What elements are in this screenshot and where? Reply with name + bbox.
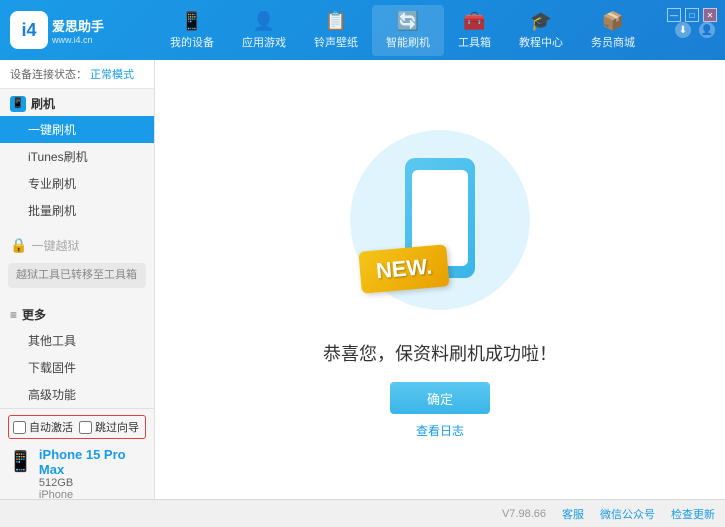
close-btn[interactable]: ✕	[703, 8, 717, 22]
logo-area: i4 爱思助手 www.i4.cn	[10, 11, 130, 49]
flash-section-title: 📱 刷机	[0, 89, 154, 116]
device-phone-icon: 📱	[8, 449, 33, 474]
flash-section-icon: 📱	[10, 96, 26, 112]
maximize-btn[interactable]: □	[685, 8, 699, 22]
header-right: ⬇ 👤	[675, 22, 715, 38]
tutorial-icon: 🎓	[530, 11, 552, 32]
footer-link-wechat[interactable]: 微信公众号	[600, 506, 655, 522]
tools-icon: 🧰	[463, 11, 485, 32]
footer-link-service[interactable]: 客服	[562, 506, 584, 522]
main-layout: 设备连接状态： 正常模式 📱 刷机 一键刷机 iTunes刷机 专业刷机 批量刷…	[0, 60, 725, 499]
nav-tab-my-device[interactable]: 📱 我的设备	[156, 5, 228, 56]
sparkle-2: ✦	[503, 140, 515, 157]
sidebar-item-batch-flash[interactable]: 批量刷机	[0, 197, 154, 224]
sidebar-item-jailbreak: 🔒 一键越狱	[0, 232, 154, 259]
sidebar-item-pro-flash[interactable]: 专业刷机	[0, 170, 154, 197]
sidebar-item-download-firmware[interactable]: 下载固件	[0, 354, 154, 381]
device-info: 📱 iPhone 15 Pro Max 512GB iPhone	[8, 443, 146, 499]
ringtone-icon: 📋	[325, 11, 347, 32]
quick-guide-checkbox[interactable]: 跳过向导	[79, 419, 139, 435]
my-device-icon: 📱	[181, 11, 203, 32]
sidebar-item-one-key-flash[interactable]: 一键刷机	[0, 116, 154, 143]
device-name: iPhone 15 Pro Max	[39, 447, 146, 477]
disabled-notice: 越狱工具已转移至工具箱	[8, 263, 146, 288]
window-controls: — □ ✕	[667, 8, 717, 22]
log-link[interactable]: 查看日志	[416, 422, 464, 439]
checkbox-row: 自动激活 跳过向导	[8, 415, 146, 439]
sidebar-item-itunes-flash[interactable]: iTunes刷机	[0, 143, 154, 170]
confirm-button[interactable]: 确定	[390, 382, 490, 414]
nav-tab-service[interactable]: 📦 务员商城	[577, 5, 649, 56]
sidebar-item-other-tools[interactable]: 其他工具	[0, 327, 154, 354]
main-content: ✦ ✦ ✦ NEW. 恭喜您，保资料刷机成功啦！ 确定 查看日志	[155, 60, 725, 499]
apps-icon: 👤	[253, 11, 275, 32]
logo-text: 爱思助手 www.i4.cn	[52, 16, 104, 45]
smart-flash-icon: 🔄	[397, 11, 419, 32]
quick-guide-input[interactable]	[79, 421, 92, 434]
new-banner: NEW.	[358, 244, 450, 294]
breadcrumb-prefix: 设备连接状态：	[10, 69, 87, 81]
main-nav: 📱 我的设备 👤 应用游戏 📋 铃声壁纸 🔄 智能刷机 🧰 工具箱 🎓 教程中心…	[130, 5, 675, 56]
nav-tab-smart-flash[interactable]: 🔄 智能刷机	[372, 5, 444, 56]
auto-activate-checkbox[interactable]: 自动激活	[13, 419, 73, 435]
service-icon: 📦	[602, 11, 624, 32]
sparkle-3: ✦	[513, 263, 525, 280]
device-details: iPhone 15 Pro Max 512GB iPhone	[39, 447, 146, 499]
success-title: 恭喜您，保资料刷机成功啦！	[323, 340, 557, 366]
user-btn[interactable]: 👤	[699, 22, 715, 38]
success-image: ✦ ✦ ✦ NEW.	[340, 120, 540, 320]
lock-icon: 🔒	[10, 237, 27, 254]
download-btn[interactable]: ⬇	[675, 22, 691, 38]
auto-activate-input[interactable]	[13, 421, 26, 434]
footer-link-update[interactable]: 检查更新	[671, 506, 715, 522]
more-icon: ≡	[10, 308, 17, 322]
footer-version: V7.98.66	[502, 508, 546, 520]
app-footer: V7.98.66 客服 微信公众号 检查更新	[0, 499, 725, 527]
nav-tab-apps[interactable]: 👤 应用游戏	[228, 5, 300, 56]
nav-tab-tools[interactable]: 🧰 工具箱	[444, 5, 505, 56]
breadcrumb-bar: 设备连接状态： 正常模式	[0, 60, 154, 89]
nav-tab-tutorial[interactable]: 🎓 教程中心	[505, 5, 577, 56]
sidebar: 设备连接状态： 正常模式 📱 刷机 一键刷机 iTunes刷机 专业刷机 批量刷…	[0, 60, 155, 499]
more-section-title: ≡ 更多	[0, 300, 154, 327]
sidebar-bottom: 自动激活 跳过向导 📱 iPhone 15 Pro Max 512GB iPho…	[0, 408, 154, 499]
logo-icon: i4	[10, 11, 48, 49]
sparkle-1: ✦	[360, 140, 372, 157]
brand-site: www.i4.cn	[52, 35, 104, 45]
footer-right: V7.98.66 客服 微信公众号 检查更新	[502, 506, 715, 522]
device-type: iPhone	[39, 489, 146, 499]
breadcrumb-status: 正常模式	[90, 69, 134, 81]
device-storage: 512GB	[39, 477, 146, 489]
brand-name: 爱思助手	[52, 16, 104, 35]
app-header: i4 爱思助手 www.i4.cn 📱 我的设备 👤 应用游戏 📋 铃声壁纸 🔄…	[0, 0, 725, 60]
nav-tab-ringtone[interactable]: 📋 铃声壁纸	[300, 5, 372, 56]
sidebar-item-advanced[interactable]: 高级功能	[0, 381, 154, 408]
minimize-btn[interactable]: —	[667, 8, 681, 22]
